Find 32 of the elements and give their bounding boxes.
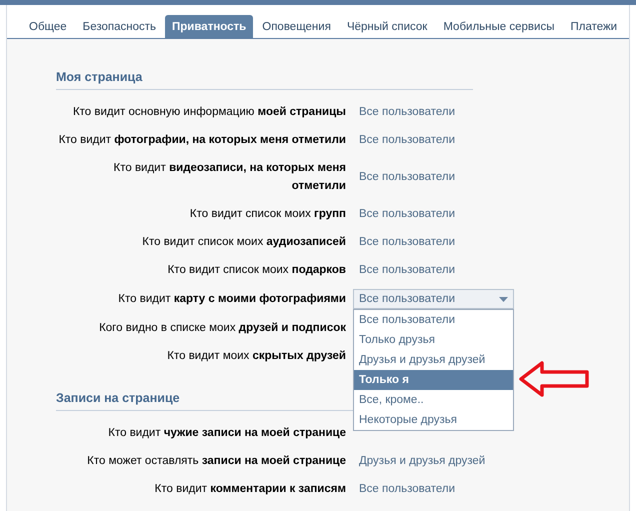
pointer-arrow-icon <box>518 360 590 398</box>
setting-label: Кто видит список моих подарков <box>166 263 346 278</box>
setting-value-link[interactable]: Все пользователи <box>359 131 456 149</box>
setting-label: Кто видит чужие записи на моей странице <box>107 426 346 441</box>
section-header: Моя страница <box>56 70 473 90</box>
setting-label: Кто видит видеозаписи, на которых меня отметили <box>112 161 346 194</box>
setting-label: Кто видит основную информацию моей страницы <box>72 105 346 120</box>
setting-label: Кто видит комментарии к записям <box>154 482 346 497</box>
setting-label: Кто может оставлять записи на моей странице <box>86 454 346 469</box>
setting-value-link[interactable]: Все пользователи <box>359 233 456 251</box>
setting-label: Кто видит карту с моими фотографиями <box>117 292 346 307</box>
setting-value-link[interactable]: Все пользователи <box>359 205 456 223</box>
setting-label: Кого видно в списке моих друзей и подписок <box>98 321 346 336</box>
caret-icon <box>499 296 508 302</box>
settings-tab[interactable]: Платежи <box>563 15 624 38</box>
setting-value-link[interactable]: Все пользователи <box>359 103 456 121</box>
setting-value-link[interactable]: Все пользователи <box>359 168 456 186</box>
setting-value-link[interactable]: Друзья и друзья друзей <box>359 452 486 470</box>
setting-value-link[interactable]: Все пользователи <box>359 480 456 498</box>
setting-value-link[interactable]: Все пользователи <box>359 261 456 279</box>
setting-label: Кто видит моих скрытых друзей <box>166 349 346 364</box>
settings-tab[interactable]: Безопасность <box>76 15 164 38</box>
setting-label: Кто видит фотографии, на которых меня отметили <box>58 133 346 148</box>
settings-tab[interactable]: Мобильные сервисы <box>436 15 562 38</box>
settings-tab[interactable]: Чёрный список <box>340 15 434 38</box>
settings-tab[interactable]: Общее <box>22 15 74 38</box>
setting-label: Кто видит список моих аудиозаписей <box>141 235 346 250</box>
settings-tab[interactable]: Оповещения <box>255 15 338 38</box>
setting-label: Кто видит список моих групп <box>188 207 346 222</box>
settings-tab[interactable]: Приватность <box>165 15 254 38</box>
dropdown-option[interactable]: Только я <box>354 370 513 390</box>
privacy-dropdown[interactable]: Все пользователи <box>353 289 514 309</box>
